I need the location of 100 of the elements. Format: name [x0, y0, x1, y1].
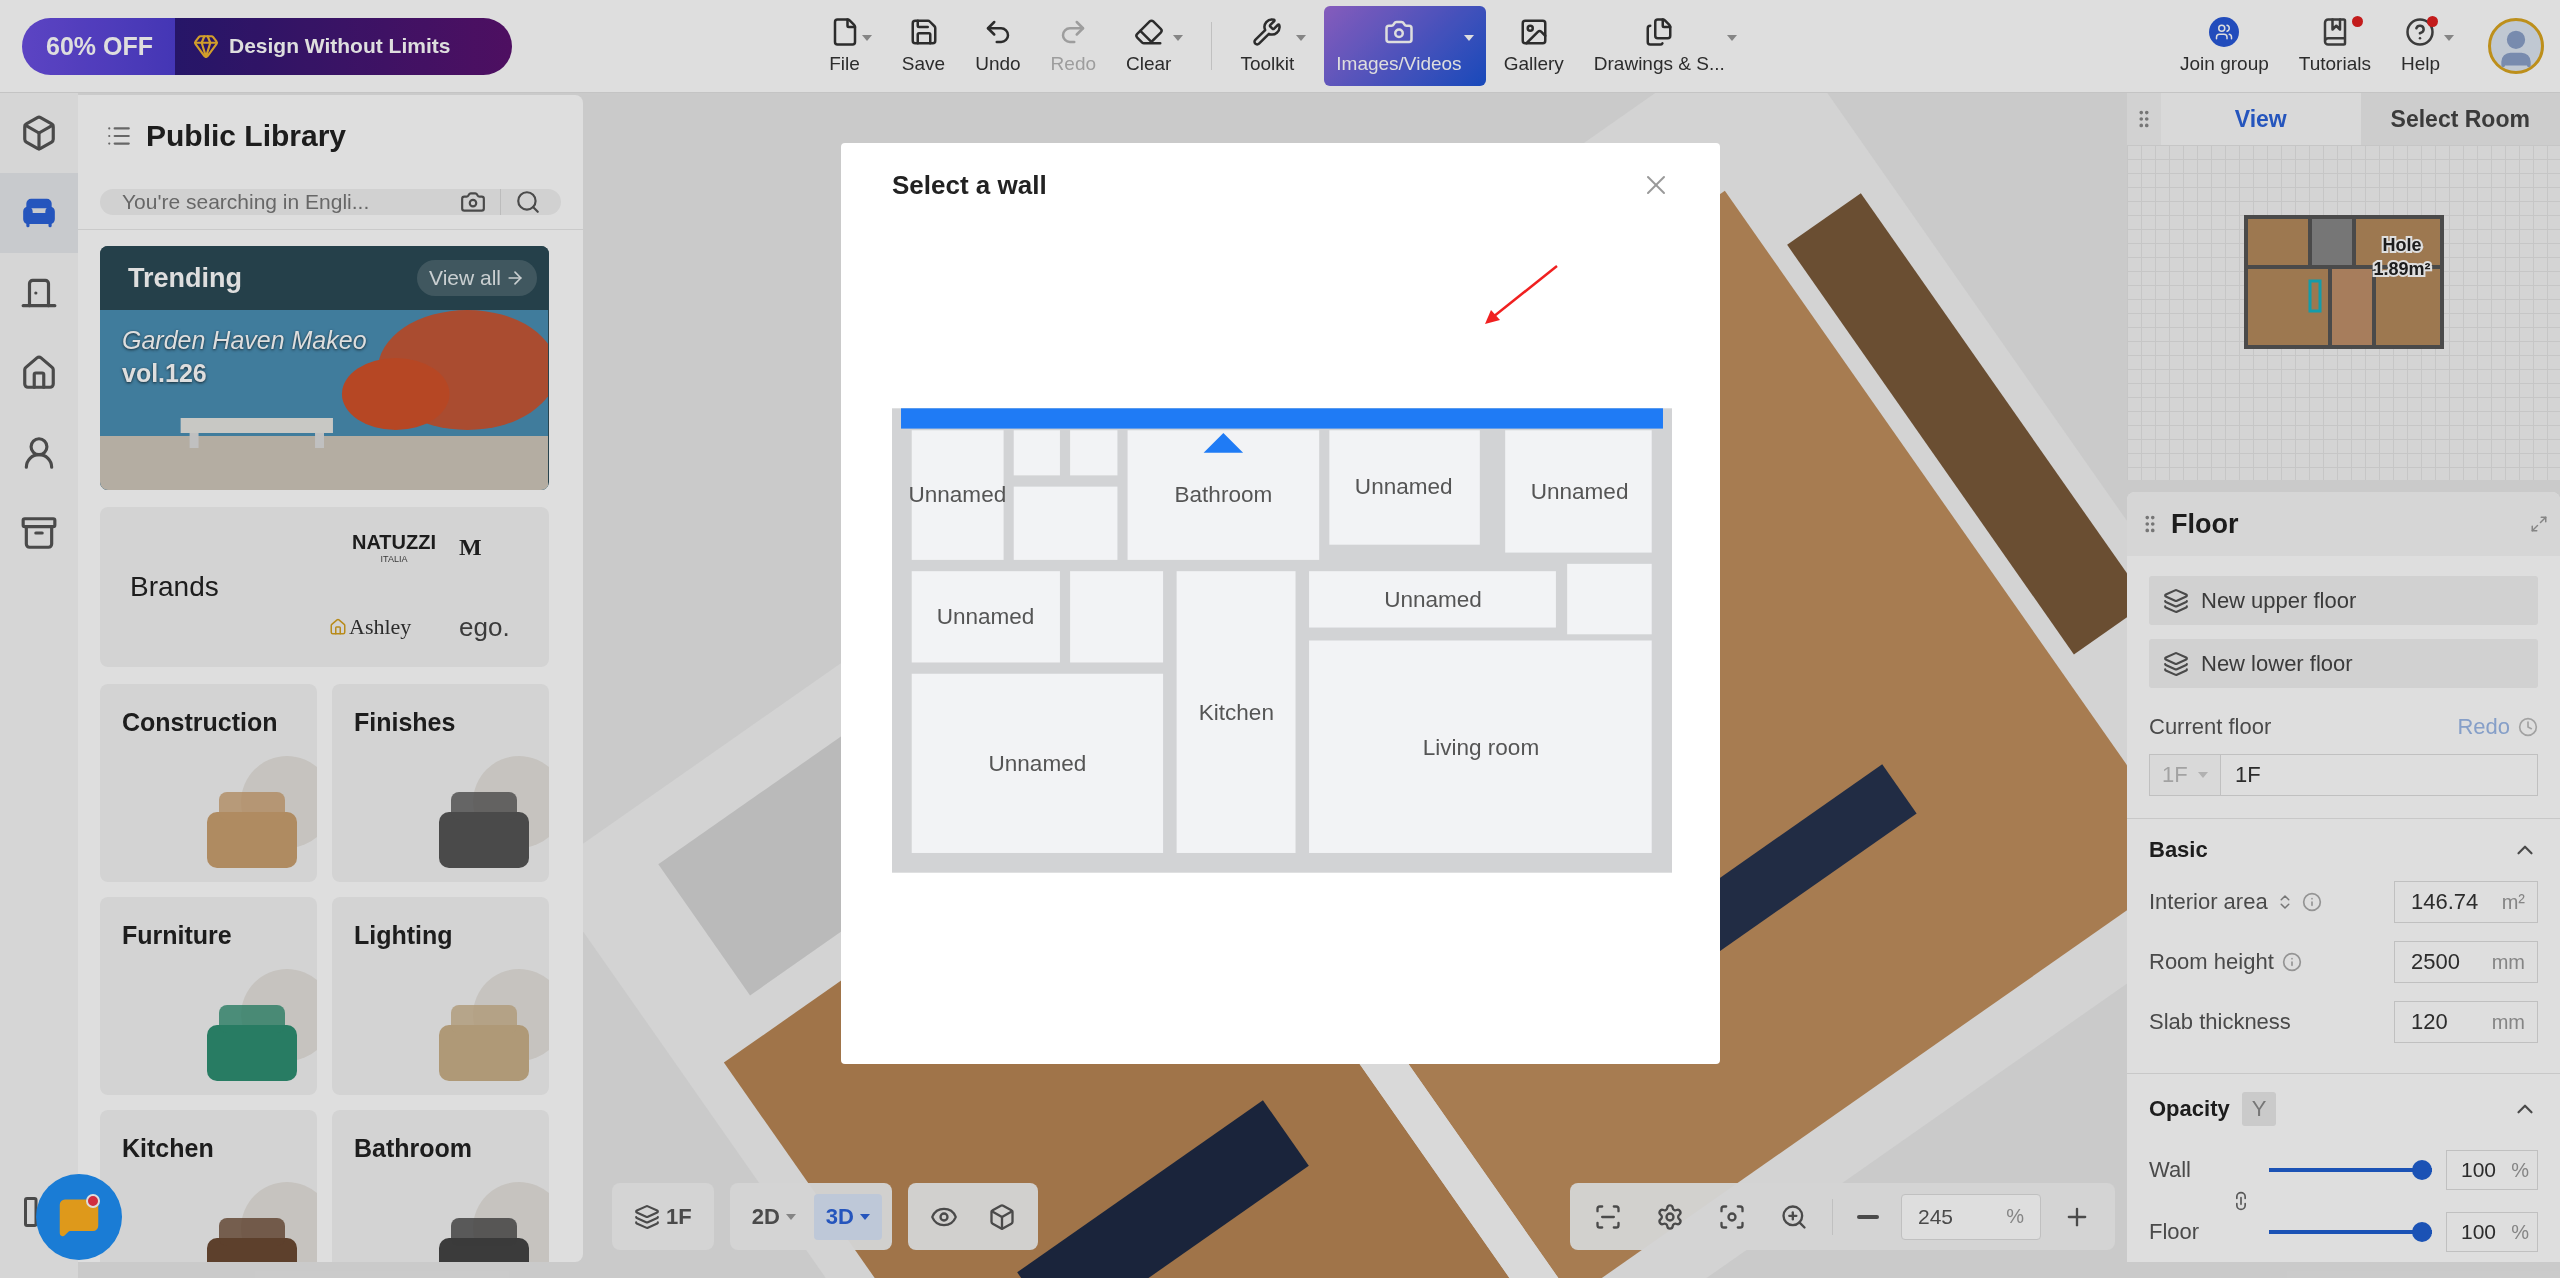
room-label: Unnamed [1384, 587, 1482, 613]
caret-icon [1463, 35, 1474, 41]
notification-dot [2427, 16, 2438, 27]
tool-icon [1644, 17, 1675, 47]
slider[interactable] [2269, 1159, 2432, 1181]
search-icon [515, 189, 541, 215]
brand-logo: ITALIA [380, 553, 408, 564]
category-card[interactable]: Furniture [100, 897, 317, 1095]
category-card[interactable]: Construction [100, 684, 317, 882]
caret-icon [861, 35, 872, 41]
field-label: Interior area [2149, 889, 2268, 915]
number-field[interactable]: 100 % [2446, 1212, 2538, 1252]
brand-logo: NATUZZI [351, 530, 437, 554]
view-mode-button[interactable]: 3D [813, 1193, 882, 1240]
search-field[interactable]: You're searching in Engli... [100, 189, 561, 215]
room[interactable] [911, 571, 1060, 663]
gear-icon [1656, 1202, 1684, 1231]
category-icon [20, 354, 58, 392]
tool-icon [1133, 17, 1164, 47]
dialog-title: Select a wall [892, 169, 1047, 201]
discount-badge: 60% OFF [22, 17, 175, 75]
minus-icon [1857, 1214, 1879, 1219]
field-label: Slab thickness [2149, 1009, 2291, 1035]
toolbar-button[interactable]: File [817, 6, 884, 86]
room[interactable] [1309, 571, 1556, 628]
avatar[interactable] [2488, 18, 2544, 74]
caret-icon [1173, 35, 1184, 41]
room-label: Unnamed [1530, 479, 1629, 505]
number-field[interactable]: 2500 mm [2394, 941, 2538, 983]
room-label: Unnamed [936, 604, 1035, 630]
header-action[interactable]: Tutorials [2292, 16, 2377, 76]
number-field[interactable]: 120 mm [2394, 1001, 2538, 1043]
slider[interactable] [2269, 1221, 2432, 1243]
category-icon [20, 514, 58, 552]
caret-icon [1296, 35, 1307, 41]
layers-icon [2163, 650, 2189, 677]
trending-caption: Garden Haven Makeo [122, 326, 367, 355]
layers-icon [634, 1203, 660, 1230]
header-action[interactable]: Join group [2174, 16, 2275, 76]
floor-action-button[interactable]: New upper floor [2149, 576, 2538, 625]
section-title: Opacity [2149, 1096, 2230, 1122]
toolbar-button[interactable]: Drawings & S... [1581, 6, 1749, 86]
category-icon [20, 114, 58, 152]
camera-icon [460, 189, 486, 215]
header-action[interactable]: Help [2394, 16, 2460, 76]
brand-logo: ego. [459, 611, 511, 643]
room[interactable] [1505, 430, 1652, 553]
category-card[interactable]: Finishes [332, 684, 549, 882]
toolbar-button[interactable]: Clear [1114, 6, 1196, 86]
panel-title: Public Library [146, 119, 347, 153]
category-card[interactable]: Lighting [332, 897, 549, 1095]
category-card[interactable]: Kitchen [100, 1110, 317, 1262]
number-field[interactable]: 100 % [2446, 1150, 2538, 1190]
section-title: Basic [2149, 837, 2208, 863]
tool-icon [1252, 17, 1283, 47]
info-icon [2301, 892, 2322, 912]
tab[interactable]: Select Room [2360, 93, 2560, 145]
toolbar-button[interactable]: Gallery [1491, 6, 1576, 86]
slider-thumb[interactable] [2412, 1222, 2432, 1242]
toolbar-button[interactable]: Toolkit [1228, 6, 1319, 86]
brand-logo: M [459, 533, 483, 561]
room-label: Living room [1422, 734, 1540, 760]
group-icon [2209, 17, 2240, 47]
cube-icon [987, 1202, 1016, 1231]
room-label: Kitchen [1198, 699, 1274, 725]
room-label: Unnamed [908, 481, 1007, 507]
scan-icon [1594, 1202, 1622, 1231]
diamond-icon [193, 33, 219, 59]
view-mode-button[interactable]: 2D [739, 1193, 808, 1240]
wall-direction-icon [1203, 433, 1244, 453]
help-icon [2405, 17, 2436, 47]
field-label: Current floor [2149, 714, 2272, 740]
field-label: Floor [2149, 1219, 2201, 1245]
toolbar-button[interactable]: Save [889, 6, 958, 86]
toolbar-button[interactable]: Undo [963, 6, 1033, 86]
zoom-icon [1780, 1202, 1808, 1231]
category-card[interactable]: Bathroom [332, 1110, 549, 1262]
room[interactable] [911, 430, 1004, 560]
clock-icon [2518, 717, 2538, 737]
panel-title: Floor [2171, 508, 2240, 540]
field-label: Wall [2149, 1157, 2192, 1183]
room[interactable] [1127, 430, 1320, 560]
number-field[interactable]: 146.74 m² [2394, 881, 2538, 923]
promo-banner[interactable]: Design Without Limits [175, 17, 512, 75]
room[interactable] [1329, 430, 1480, 545]
zoom-field[interactable]: 245 % [1901, 1193, 2041, 1240]
room-label: Bathroom [1174, 481, 1273, 507]
expand-icon [2530, 515, 2548, 533]
notification-dot [86, 1194, 100, 1208]
slider-thumb[interactable] [2412, 1160, 2432, 1180]
sidebar-item[interactable] [0, 173, 78, 253]
info-icon [2281, 952, 2302, 972]
floor-name-field[interactable]: 1F [2221, 754, 2538, 796]
layers-icon [2163, 587, 2189, 614]
focus-icon [1718, 1202, 1746, 1231]
toolbar-button[interactable]: Images/Videos [1324, 6, 1486, 86]
floor-action-button[interactable]: New lower floor [2149, 639, 2538, 688]
tab[interactable]: View [2161, 93, 2361, 145]
field-label: Room height [2149, 949, 2274, 975]
brands-card[interactable]: Brands NATUZZI ITALIA M Ashley ego. [100, 507, 549, 667]
